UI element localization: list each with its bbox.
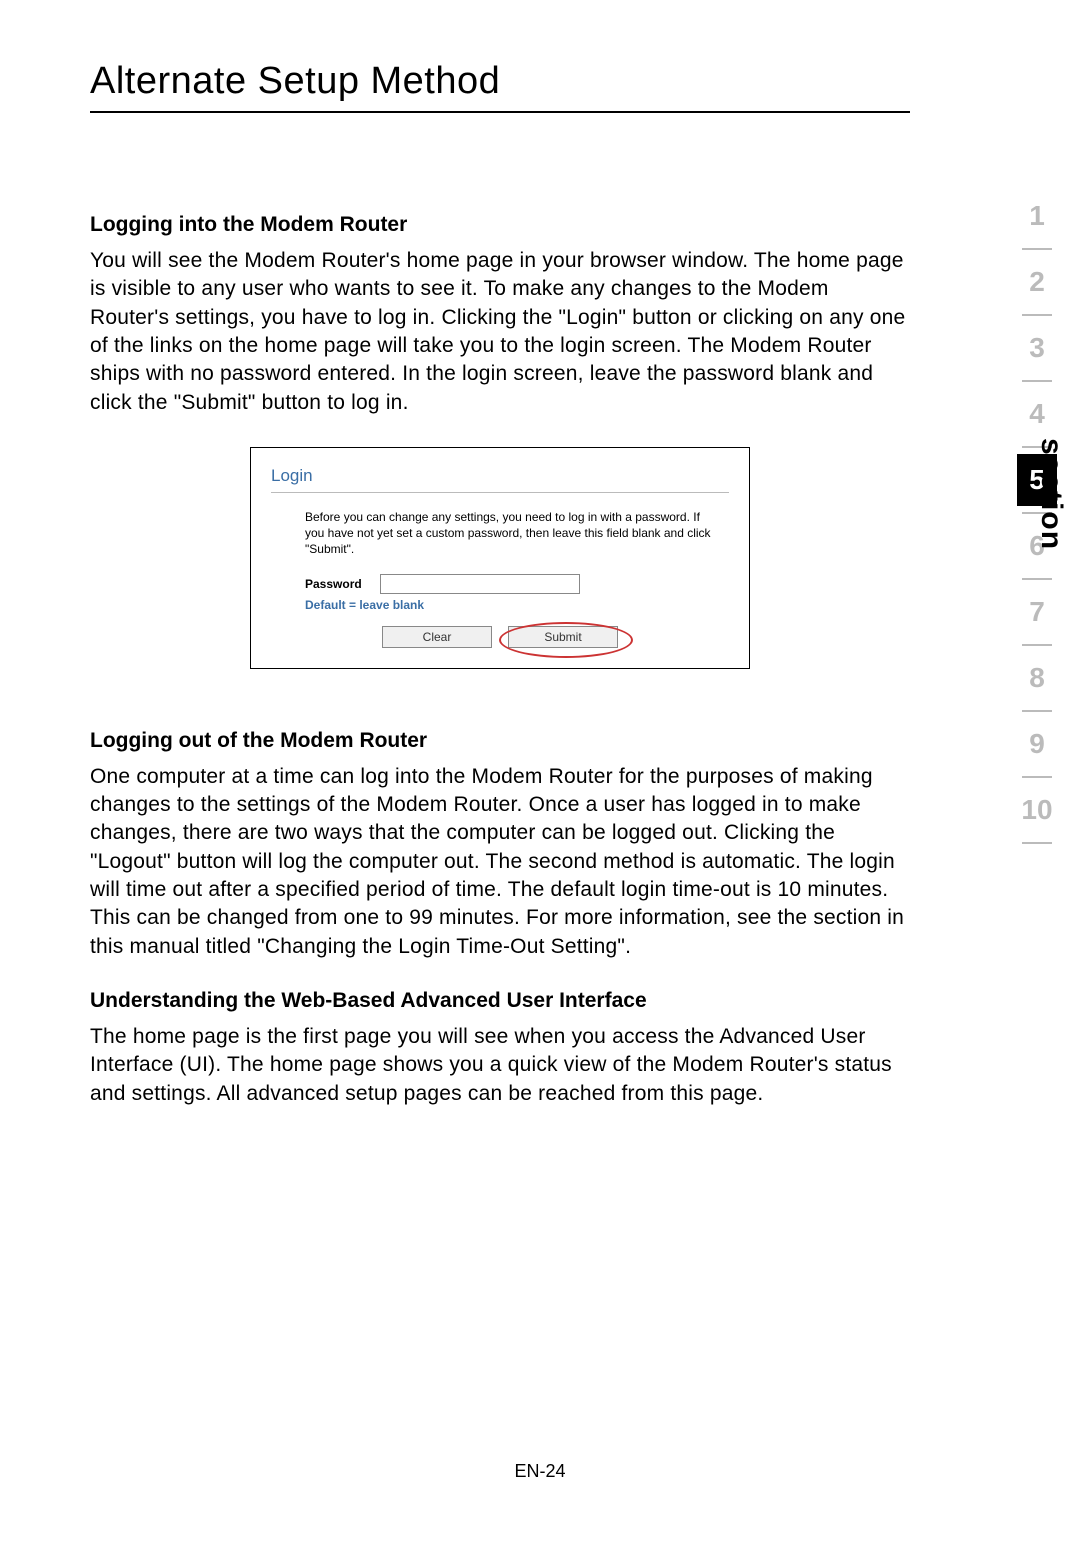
- paragraph-logout: One computer at a time can log into the …: [90, 763, 910, 961]
- login-panel-rule: [271, 492, 729, 493]
- tab-separator: [1022, 380, 1052, 382]
- tab-separator: [1022, 644, 1052, 646]
- tab-separator: [1022, 776, 1052, 778]
- password-input[interactable]: [380, 574, 580, 594]
- password-row: Password: [271, 574, 729, 594]
- submit-button[interactable]: Submit: [508, 626, 618, 648]
- title-rule: [90, 111, 910, 113]
- clear-button[interactable]: Clear: [382, 626, 492, 648]
- password-hint: Default = leave blank: [271, 598, 729, 612]
- tab-separator: [1022, 248, 1052, 250]
- section-vertical-label: section: [1034, 438, 1068, 550]
- heading-login: Logging into the Modem Router: [90, 213, 910, 237]
- content-column: Logging into the Modem Router You will s…: [90, 213, 910, 1108]
- section-tab-4[interactable]: 4: [1017, 388, 1057, 440]
- tab-separator: [1022, 578, 1052, 580]
- section-tab-1[interactable]: 1: [1017, 190, 1057, 242]
- section-tab-2[interactable]: 2: [1017, 256, 1057, 308]
- section-tab-10[interactable]: 10: [1017, 784, 1057, 836]
- section-tab-7[interactable]: 7: [1017, 586, 1057, 638]
- paragraph-ui: The home page is the first page you will…: [90, 1023, 910, 1108]
- section-tab-9[interactable]: 9: [1017, 718, 1057, 770]
- heading-logout: Logging out of the Modem Router: [90, 729, 910, 753]
- login-panel-desc: Before you can change any settings, you …: [271, 509, 729, 558]
- heading-ui: Understanding the Web-Based Advanced Use…: [90, 989, 910, 1013]
- login-panel-title: Login: [271, 466, 729, 486]
- page-title: Alternate Setup Method: [90, 60, 990, 111]
- section-tab-8[interactable]: 8: [1017, 652, 1057, 704]
- section-tab-3[interactable]: 3: [1017, 322, 1057, 374]
- login-screenshot: Login Before you can change any settings…: [250, 447, 750, 669]
- tab-separator: [1022, 314, 1052, 316]
- page-number: EN-24: [0, 1461, 1080, 1482]
- login-buttons: Clear Submit: [271, 626, 729, 648]
- paragraph-login: You will see the Modem Router's home pag…: [90, 247, 910, 417]
- password-label: Password: [305, 577, 362, 591]
- tab-separator: [1022, 842, 1052, 844]
- tab-separator: [1022, 710, 1052, 712]
